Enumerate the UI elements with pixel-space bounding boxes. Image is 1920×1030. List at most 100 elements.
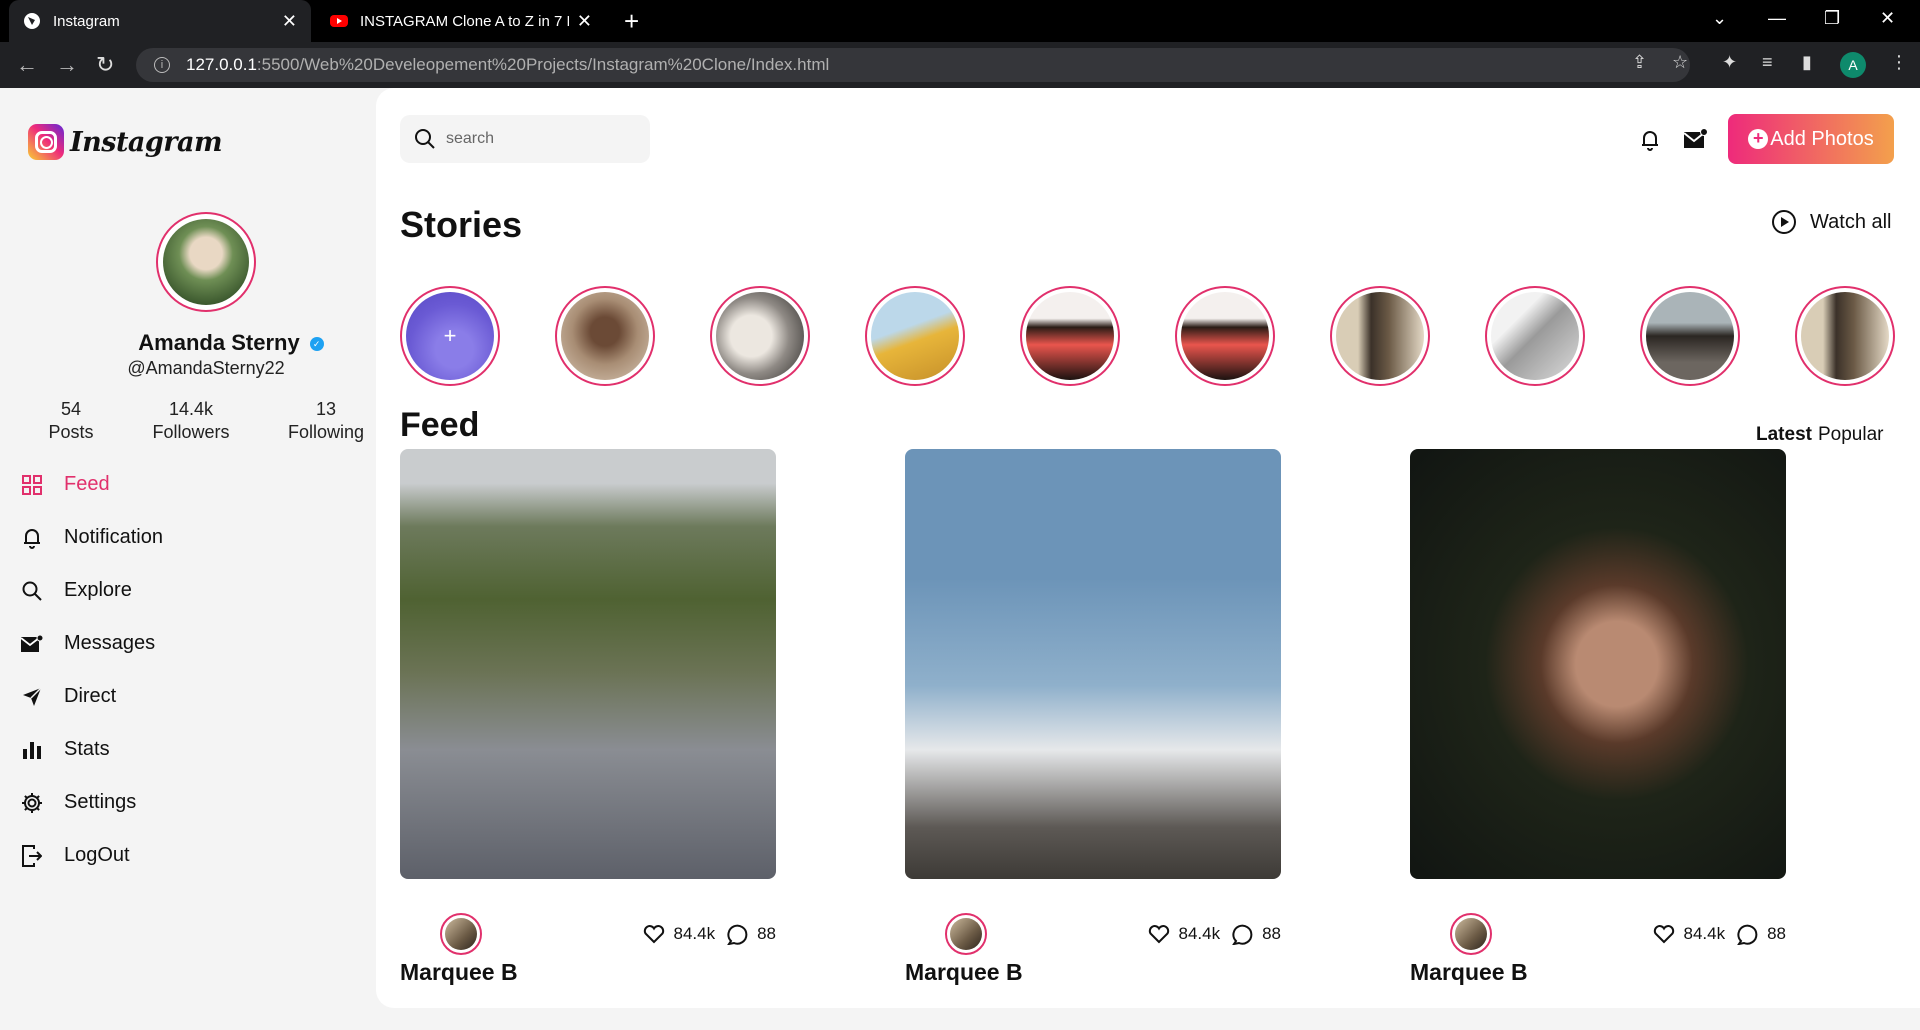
search-input[interactable] xyxy=(446,130,626,148)
post-author-name[interactable]: Marquee B xyxy=(905,959,1023,986)
back-arrow-icon[interactable]: ← xyxy=(16,52,38,78)
gear-icon xyxy=(20,791,44,815)
grid-icon xyxy=(20,473,44,497)
comments-count: 88 xyxy=(1262,924,1281,943)
story-item[interactable] xyxy=(710,286,810,386)
sidebar-item-notification[interactable]: Notification xyxy=(20,511,163,564)
sidebar-item-label: Settings xyxy=(64,791,137,813)
profile-handle: @AmandaSterny22 xyxy=(127,358,285,378)
post-photo[interactable] xyxy=(1410,449,1786,879)
likes-count: 84.4k xyxy=(1178,924,1221,943)
story-item[interactable] xyxy=(1330,286,1430,386)
new-tab-icon[interactable]: + xyxy=(624,6,639,37)
post-photo[interactable] xyxy=(400,449,776,879)
profile-avatar[interactable]: A xyxy=(1840,52,1866,78)
post-author-avatar[interactable] xyxy=(945,913,987,955)
story-item[interactable] xyxy=(1485,286,1585,386)
sidebar-item-messages[interactable]: Messages xyxy=(20,617,163,670)
story-item[interactable] xyxy=(865,286,965,386)
search-box[interactable] xyxy=(400,115,650,163)
url-path: :5500/Web%20Develeopement%20Projects/Ins… xyxy=(256,55,830,74)
tab-search-chevron-icon[interactable]: ⌄ xyxy=(1712,8,1727,29)
stat-posts: 54 Posts xyxy=(48,399,94,442)
story-item[interactable] xyxy=(1175,286,1275,386)
restore-icon[interactable]: ❐ xyxy=(1824,8,1840,29)
add-photos-button[interactable]: + Add Photos xyxy=(1728,114,1894,164)
profile-avatar-large[interactable] xyxy=(156,212,256,312)
post-author-name[interactable]: Marquee B xyxy=(1410,959,1528,986)
verified-badge-icon: ✓ xyxy=(309,337,324,352)
tab-title: INSTAGRAM Clone A to Z in 7 Da xyxy=(360,12,569,30)
watch-all-button[interactable]: Watch all xyxy=(1772,210,1892,234)
media-icon[interactable]: ≡ xyxy=(1762,52,1773,73)
comments-count: 88 xyxy=(1767,924,1786,943)
watch-all-label: Watch all xyxy=(1810,210,1892,233)
comment-icon[interactable] xyxy=(1232,923,1254,945)
sidebar-item-label: Messages xyxy=(64,632,156,654)
forward-arrow-icon[interactable]: → xyxy=(56,52,78,78)
browser-tab-bar: Instagram ✕ INSTAGRAM Clone A to Z in 7 … xyxy=(0,0,1920,42)
add-photos-label: Add Photos xyxy=(1770,127,1874,150)
story-item[interactable] xyxy=(1795,286,1895,386)
share-icon[interactable]: ⇪ xyxy=(1632,52,1647,73)
plus-circle-icon: + xyxy=(1748,129,1769,149)
mail-icon[interactable] xyxy=(1683,128,1708,155)
post-author-avatar[interactable] xyxy=(1450,913,1492,955)
likes-count: 84.4k xyxy=(673,924,716,943)
heart-icon[interactable] xyxy=(643,924,665,944)
heart-icon[interactable] xyxy=(1148,924,1170,944)
sidebar-item-logout[interactable]: LogOut xyxy=(20,829,163,882)
play-icon xyxy=(1772,210,1796,234)
feed-title: Feed xyxy=(400,406,480,444)
sidebar-item-label: LogOut xyxy=(64,844,130,866)
search-icon xyxy=(415,129,435,149)
comment-icon[interactable] xyxy=(727,923,749,945)
bell-icon[interactable] xyxy=(1640,128,1660,157)
feed-post: 84.4k 88 Marquee B xyxy=(400,449,776,985)
instagram-logo[interactable]: Instagram xyxy=(28,124,223,160)
sidebar-item-feed[interactable]: Feed xyxy=(20,458,163,511)
close-tab-icon[interactable]: ✕ xyxy=(577,11,592,32)
sidebar-item-label: Direct xyxy=(64,685,117,707)
feed-sort: Latest Popular xyxy=(1756,424,1883,446)
comments-count: 88 xyxy=(757,924,776,943)
star-icon[interactable]: ☆ xyxy=(1672,52,1688,73)
extensions-icon[interactable]: ✦ xyxy=(1722,52,1737,73)
post-author-avatar[interactable] xyxy=(440,913,482,955)
tab-title: Instagram xyxy=(53,12,120,30)
sidebar-item-label: Stats xyxy=(64,738,110,760)
send-icon xyxy=(20,685,44,709)
sidebar-item-explore[interactable]: Explore xyxy=(20,564,163,617)
mail-icon xyxy=(20,632,44,656)
heart-icon[interactable] xyxy=(1653,924,1675,944)
close-tab-icon[interactable]: ✕ xyxy=(282,11,297,32)
story-item[interactable] xyxy=(1640,286,1740,386)
story-item[interactable] xyxy=(555,286,655,386)
side-panel-icon[interactable]: ▮ xyxy=(1802,52,1812,73)
sort-latest[interactable]: Latest xyxy=(1756,424,1812,445)
sort-popular[interactable]: Popular xyxy=(1818,424,1884,445)
bell-icon xyxy=(20,526,44,550)
menu-icon[interactable]: ⋮ xyxy=(1890,52,1908,73)
reload-icon[interactable]: ↻ xyxy=(96,52,114,78)
story-item[interactable] xyxy=(1020,286,1120,386)
minimize-icon[interactable]: — xyxy=(1768,8,1786,29)
logout-icon xyxy=(20,844,44,868)
comment-icon[interactable] xyxy=(1737,923,1759,945)
stat-followers: 14.4k Followers xyxy=(152,399,230,442)
post-photo[interactable] xyxy=(905,449,1281,879)
close-window-icon[interactable]: ✕ xyxy=(1880,8,1895,29)
post-actions: 84.4k 88 xyxy=(643,923,776,945)
url-host: 127.0.0.1 xyxy=(186,55,257,74)
sidebar-item-stats[interactable]: Stats xyxy=(20,723,163,776)
story-add[interactable]: + xyxy=(400,286,500,386)
sidebar-item-direct[interactable]: Direct xyxy=(20,670,163,723)
stories-title: Stories xyxy=(400,204,523,245)
url-field[interactable]: i 127.0.0.1:5500/Web%20Develeopement%20P… xyxy=(136,48,1690,82)
tab-instagram[interactable]: Instagram ✕ xyxy=(9,0,311,42)
post-author-name[interactable]: Marquee B xyxy=(400,959,518,986)
sidebar-item-settings[interactable]: Settings xyxy=(20,776,163,829)
tab-youtube[interactable]: INSTAGRAM Clone A to Z in 7 Da ✕ xyxy=(316,0,606,42)
info-icon[interactable]: i xyxy=(154,57,170,73)
add-story-icon: + xyxy=(406,292,494,380)
